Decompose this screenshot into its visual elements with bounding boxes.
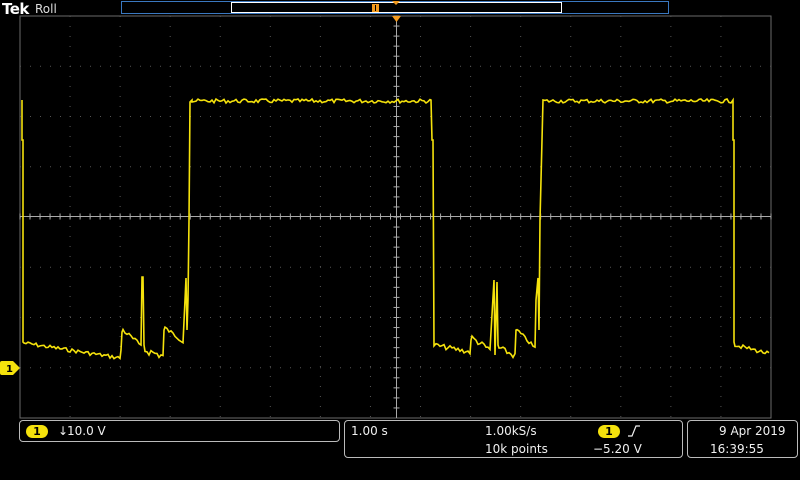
channel-1-readout[interactable]: 1 ↓ 10.0 V <box>19 420 340 442</box>
time-per-division: 1.00 s <box>351 424 388 438</box>
rising-edge-icon <box>628 425 640 437</box>
time: 16:39:55 <box>710 442 764 456</box>
sample-rate: 1.00kS/s <box>485 424 537 438</box>
trigger-source-badge: 1 <box>598 425 620 438</box>
trigger-time-marker-icon <box>392 16 401 22</box>
trigger-level: −5.20 V <box>593 442 642 456</box>
channel-1-ground-marker[interactable]: 1 <box>0 361 20 375</box>
date: 9 Apr 2019 <box>719 424 786 438</box>
horizontal-trigger-readout[interactable]: 1.00 s 1.00kS/s 10k points 1 −5.20 V <box>344 420 683 458</box>
record-length: 10k points <box>485 442 548 456</box>
waveform-display[interactable] <box>0 0 800 480</box>
channel-1-scale: 10.0 V <box>67 424 106 438</box>
date-time-readout[interactable]: 9 Apr 2019 16:39:55 <box>687 420 798 458</box>
channel-1-badge: 1 <box>26 425 48 438</box>
channel-1-trace <box>21 97 770 361</box>
graticule-grid <box>19 15 772 418</box>
svg-text:1: 1 <box>6 364 13 375</box>
